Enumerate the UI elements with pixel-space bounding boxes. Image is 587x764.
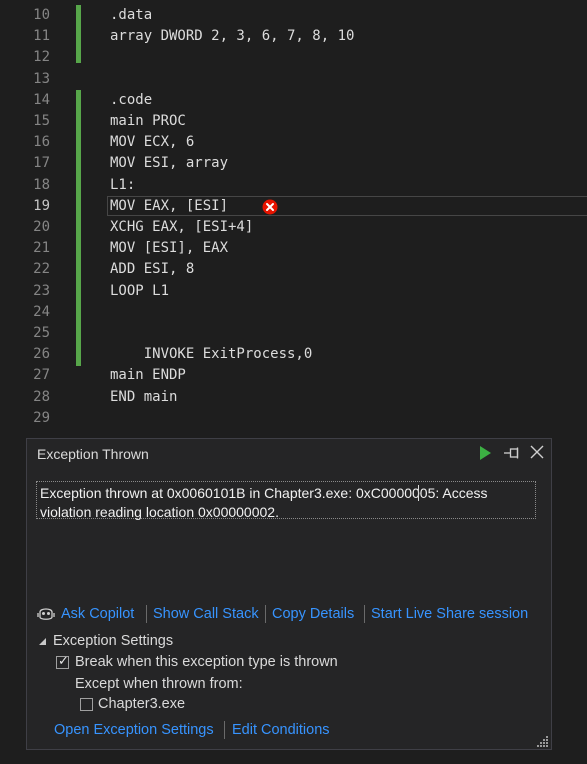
checkmark-icon: ✓	[58, 654, 69, 669]
exception-popup: Exception Thrown Exception thrown at 0x0…	[26, 438, 552, 750]
line-number: 15	[33, 113, 50, 129]
link-separator	[364, 605, 365, 623]
collapse-triangle-icon	[39, 638, 46, 645]
code-line[interactable]: 10 .data	[0, 5, 587, 26]
line-number: 18	[33, 176, 50, 193]
except-when-thrown-label: Except when thrown from:	[75, 676, 243, 692]
code-line[interactable]: 29	[0, 408, 587, 429]
line-number: 19	[33, 197, 50, 214]
resize-grip-icon[interactable]	[537, 735, 549, 747]
code-line[interactable]: 12	[0, 47, 587, 68]
code-line[interactable]: 14 .code	[0, 90, 587, 111]
code-line[interactable]: 13	[0, 69, 587, 90]
code-line[interactable]: 17 MOV ESI, array	[0, 153, 587, 174]
exception-message-box[interactable]: Exception thrown at 0x0060101B in Chapte…	[36, 481, 536, 520]
link-separator	[146, 605, 147, 623]
line-number: 22	[33, 261, 50, 278]
line-number: 23	[33, 282, 50, 299]
line-number: 28	[33, 388, 50, 405]
pin-icon[interactable]	[503, 445, 521, 461]
code-line[interactable]: 22 ADD ESI, 8	[0, 259, 587, 280]
code-text: MOV [ESI], EAX	[110, 240, 229, 257]
code-text: L1:	[110, 176, 136, 193]
code-line[interactable]: 15 main PROC	[0, 111, 587, 132]
code-line[interactable]: 16 MOV ECX, 6	[0, 132, 587, 153]
code-text: main ENDP	[110, 367, 186, 384]
code-line[interactable]: 20 XCHG EAX, [ESI+4]	[0, 217, 587, 238]
code-text: MOV EAX, [ESI]	[110, 197, 229, 214]
break-when-thrown-label: Break when this exception type is thrown	[75, 654, 338, 670]
line-number: 16	[33, 134, 50, 151]
start-live-share-link[interactable]: Start Live Share session	[371, 603, 528, 625]
close-icon[interactable]	[529, 444, 545, 460]
action-links: Ask Copilot Show Call Stack Copy Details…	[37, 603, 547, 625]
open-exception-settings-link[interactable]: Open Exception Settings	[54, 719, 214, 741]
code-line[interactable]: 25	[0, 323, 587, 344]
module-chapter3-label: Chapter3.exe	[98, 696, 186, 712]
exception-settings-header: Exception Settings	[53, 633, 174, 649]
line-number: 14	[33, 91, 50, 108]
code-line[interactable]: 21 MOV [ESI], EAX	[0, 238, 587, 259]
code-line[interactable]: 28 END main	[0, 387, 587, 408]
line-number: 27	[33, 367, 50, 384]
line-number: 26	[33, 346, 50, 363]
code-text: ADD ESI, 8	[110, 261, 195, 278]
code-text: END main	[110, 388, 178, 405]
code-line[interactable]: 23 LOOP L1	[0, 281, 587, 302]
break-when-thrown-checkbox[interactable]: ✓	[56, 654, 69, 669]
line-number: 10	[33, 7, 50, 23]
line-number: 24	[33, 303, 50, 320]
line-number: 21	[33, 240, 50, 257]
code-text: array DWORD 2, 3, 6, 7, 8, 10	[110, 28, 355, 45]
code-line[interactable]: 24	[0, 302, 587, 323]
code-text: main PROC	[110, 113, 186, 129]
line-number: 20	[33, 219, 50, 235]
edit-conditions-link[interactable]: Edit Conditions	[232, 719, 330, 741]
code-editor[interactable]: 10 .data 11 array DWORD 2, 3, 6, 7, 8, 10 12…	[0, 0, 587, 440]
line-number: 29	[33, 409, 50, 426]
code-text: .code	[110, 91, 153, 108]
error-icon[interactable]	[262, 199, 278, 215]
code-line[interactable]: 18 L1:	[0, 175, 587, 196]
line-number: 12	[33, 49, 50, 66]
line-number: 17	[33, 155, 50, 172]
code-line[interactable]: 27 main ENDP	[0, 365, 587, 386]
code-text: XCHG EAX, [ESI+4]	[110, 219, 254, 235]
code-line[interactable]: 19 MOV EAX, [ESI]	[0, 196, 587, 217]
line-number: 13	[33, 70, 50, 87]
text-caret	[418, 485, 419, 501]
continue-play-icon[interactable]	[477, 445, 493, 461]
code-text: MOV ESI, array	[110, 155, 229, 172]
code-text: INVOKE ExitProcess,0	[110, 346, 313, 363]
link-separator	[265, 605, 266, 623]
copilot-icon	[37, 608, 55, 620]
line-number: 11	[33, 28, 50, 45]
link-separator	[224, 721, 225, 739]
code-text: LOOP L1	[110, 282, 170, 299]
code-text: .data	[110, 7, 153, 23]
line-number: 25	[33, 325, 50, 341]
popup-title: Exception Thrown	[37, 446, 149, 462]
code-text: MOV ECX, 6	[110, 134, 195, 151]
code-line[interactable]: 26 INVOKE ExitProcess,0	[0, 344, 587, 365]
show-call-stack-link[interactable]: Show Call Stack	[153, 603, 259, 625]
ask-copilot-link[interactable]: Ask Copilot	[61, 603, 134, 625]
code-line[interactable]: 11 array DWORD 2, 3, 6, 7, 8, 10	[0, 26, 587, 47]
module-chapter3-checkbox[interactable]	[80, 698, 93, 711]
exception-message: Exception thrown at 0x0060101B in Chapte…	[40, 485, 488, 520]
copy-details-link[interactable]: Copy Details	[272, 603, 354, 625]
